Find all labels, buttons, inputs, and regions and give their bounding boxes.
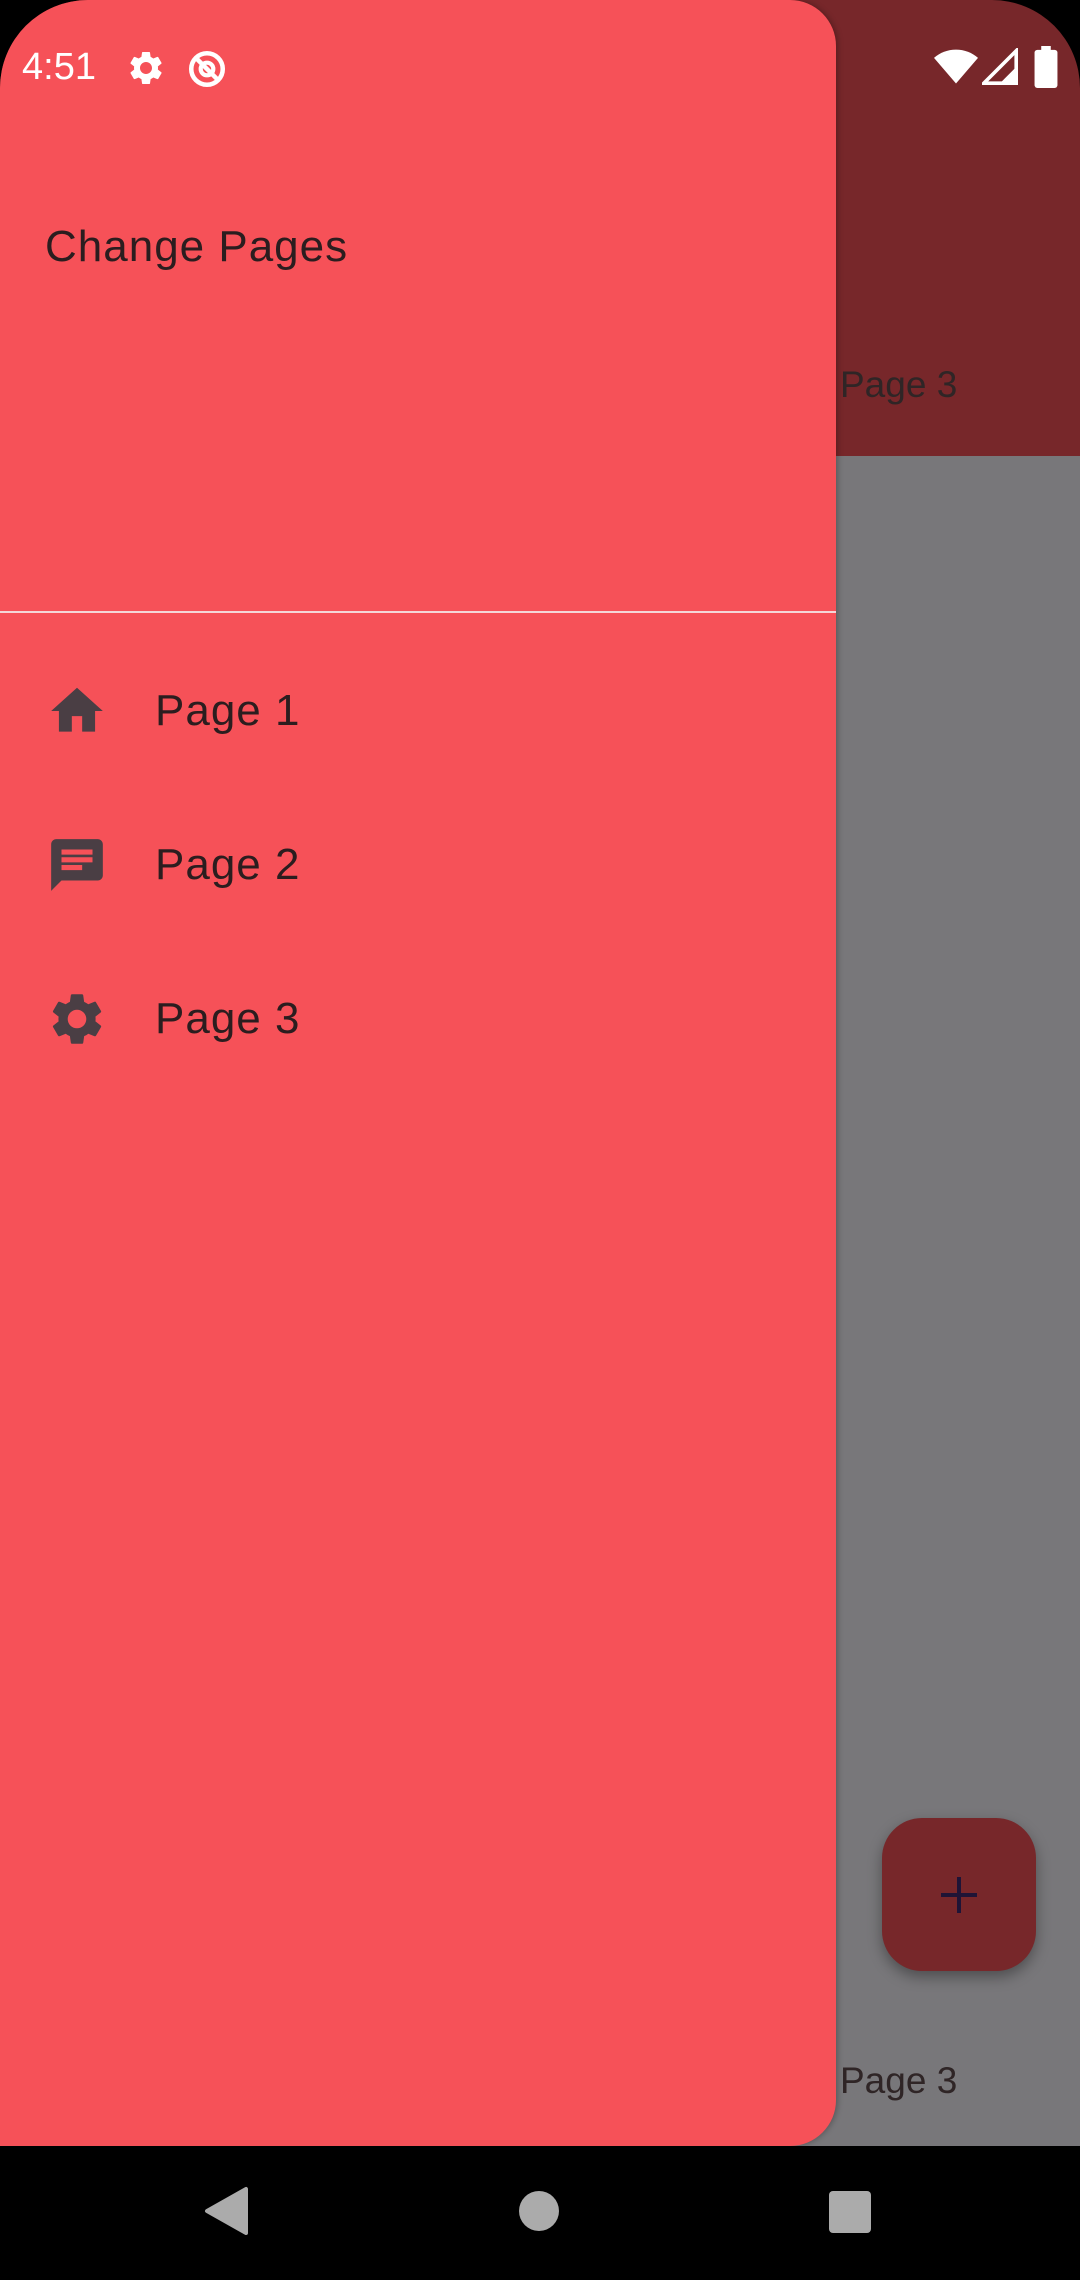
cellular-signal-icon xyxy=(982,48,1018,85)
navigation-drawer: Change Pages Page 1 Page 2 Page 3 xyxy=(0,0,836,2146)
do-not-disturb-icon xyxy=(188,50,226,88)
drawer-divider xyxy=(0,611,836,613)
app-bar-title: Page 3 xyxy=(840,364,958,405)
plus-icon xyxy=(941,1876,977,1913)
settings-gear-icon xyxy=(130,51,162,84)
add-fab-button[interactable] xyxy=(882,1818,1036,1971)
settings-icon xyxy=(52,994,102,1044)
back-icon[interactable] xyxy=(204,2186,248,2236)
drawer-item-page-3[interactable]: Page 3 xyxy=(0,944,836,1094)
drawer-header-title: Change Pages xyxy=(45,222,349,271)
drawer-item-label: Page 3 xyxy=(155,994,301,1043)
battery-icon xyxy=(1034,46,1058,88)
drawer-item-label: Page 1 xyxy=(155,686,301,735)
message-icon xyxy=(51,839,103,891)
system-navigation-bar xyxy=(0,2146,1080,2280)
home-icon xyxy=(51,687,103,732)
drawer-item-page-2[interactable]: Page 2 xyxy=(0,790,836,940)
drawer-item-label: Page 2 xyxy=(155,840,301,889)
drawer-item-page-1[interactable]: Page 1 xyxy=(0,636,836,786)
home-circle-icon[interactable] xyxy=(518,2190,560,2232)
wifi-icon xyxy=(934,49,978,84)
recents-square-icon[interactable] xyxy=(829,2191,871,2233)
bottom-nav-label: Page 3 xyxy=(840,2060,958,2101)
phone-screen: Page 3 Page 3 Change Pages Page 1 Page 2 xyxy=(0,0,1080,2280)
status-time: 4:51 xyxy=(22,46,96,88)
